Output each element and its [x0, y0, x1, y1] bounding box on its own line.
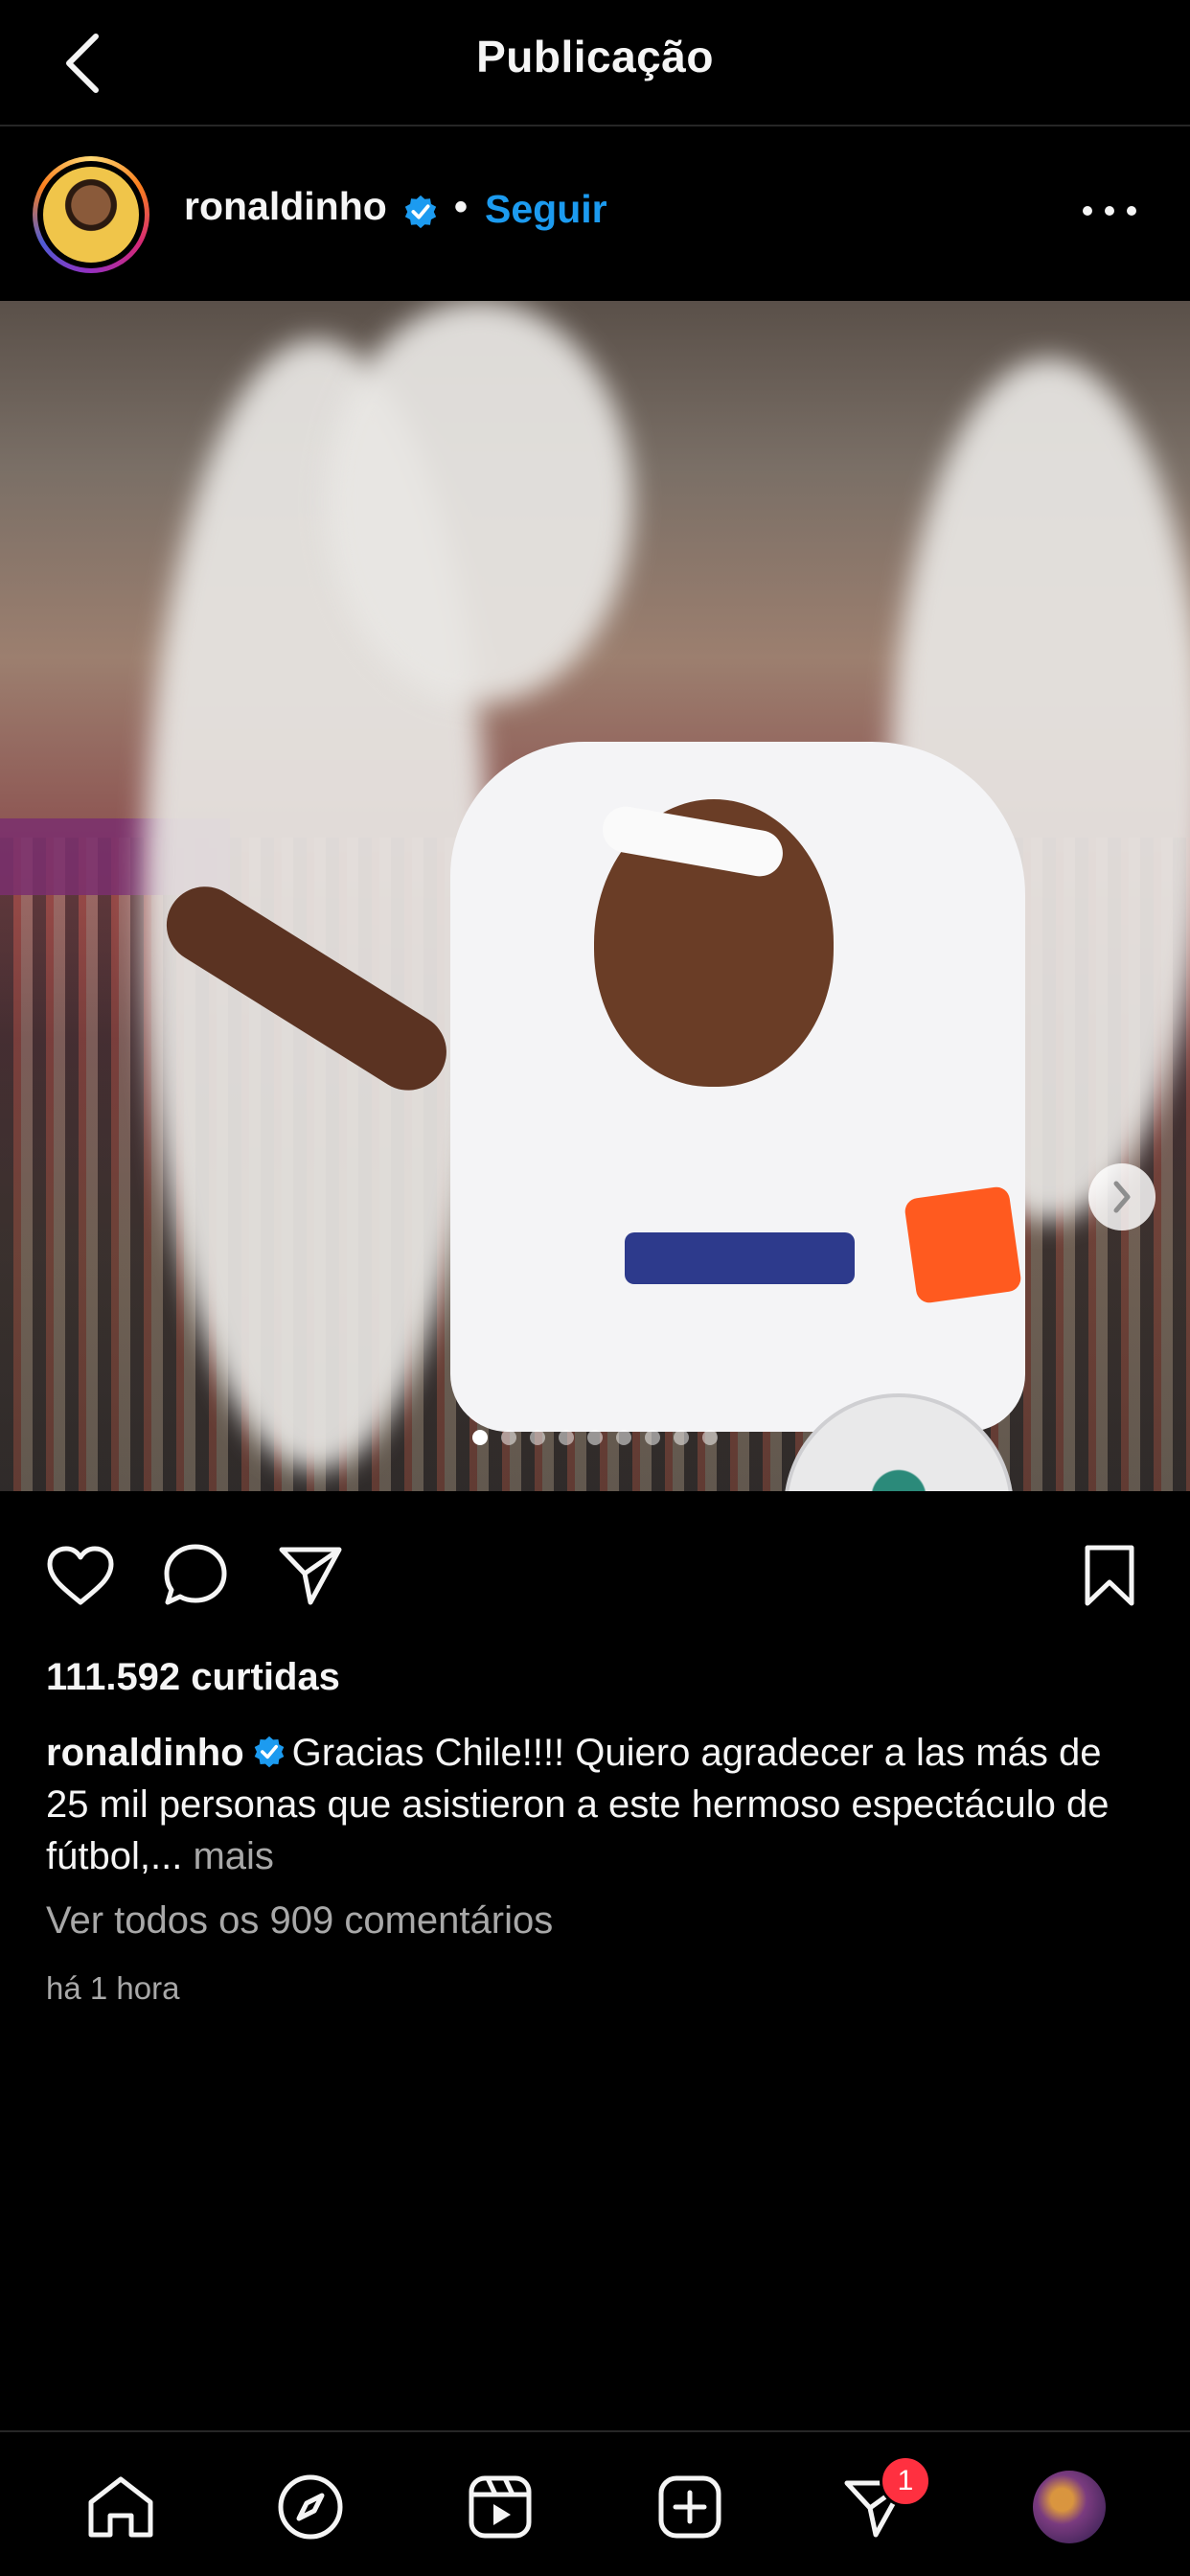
carousel-dot: [616, 1430, 631, 1445]
carousel-dot: [702, 1430, 718, 1445]
nav-explore[interactable]: [272, 2469, 349, 2545]
post-header: ronaldinho • Seguir: [0, 144, 1190, 278]
comment-icon: [164, 1544, 227, 1605]
nav-profile-avatar[interactable]: [1033, 2471, 1106, 2543]
create-icon: [658, 2475, 721, 2539]
nav-home[interactable]: [82, 2469, 159, 2545]
separator-dot: •: [454, 186, 469, 228]
nav-reels[interactable]: [462, 2469, 538, 2545]
avatar[interactable]: [33, 156, 149, 273]
ellipsis-icon: [1083, 206, 1092, 216]
carousel-dot: [587, 1430, 603, 1445]
post-username[interactable]: ronaldinho: [184, 184, 387, 229]
action-bar: [0, 1539, 1190, 1616]
photo-smoke-top: [326, 301, 632, 703]
avatar-image: [43, 167, 139, 263]
carousel-dot: [472, 1430, 488, 1445]
carousel-indicator: [0, 1430, 1190, 1445]
carousel-next-button[interactable]: [1088, 1163, 1156, 1230]
notification-badge: 1: [880, 2455, 931, 2507]
chevron-right-icon: [1113, 1181, 1131, 1213]
save-button[interactable]: [1073, 1539, 1146, 1612]
photo-captain-armband: [903, 1184, 1023, 1305]
verified-badge-icon: [254, 1736, 284, 1768]
verified-badge-icon: [404, 195, 437, 229]
page-title: Publicação: [476, 32, 714, 81]
nav-create[interactable]: [652, 2469, 728, 2545]
top-bar: Publicação: [0, 0, 1190, 126]
comment-button[interactable]: [159, 1539, 232, 1612]
carousel-dot: [674, 1430, 689, 1445]
carousel-dot: [501, 1430, 516, 1445]
send-icon: [279, 1547, 342, 1605]
follow-button[interactable]: Seguir: [485, 187, 607, 232]
like-button[interactable]: [44, 1539, 117, 1612]
likes-count[interactable]: 111.592 curtidas: [46, 1656, 340, 1699]
carousel-dot: [645, 1430, 660, 1445]
photo-shirt-sponsor: [625, 1232, 855, 1284]
post-photo[interactable]: [0, 301, 1190, 1491]
view-comments-link[interactable]: Ver todos os 909 comentários: [46, 1899, 553, 1943]
explore-icon: [278, 2474, 343, 2540]
bottom-nav: 1: [0, 2430, 1190, 2576]
carousel-dot: [530, 1430, 545, 1445]
caption-more-link[interactable]: mais: [193, 1835, 273, 1877]
share-button[interactable]: [274, 1539, 347, 1612]
bookmark-icon: [1085, 1545, 1134, 1606]
heart-icon: [47, 1546, 114, 1605]
more-options-button[interactable]: [1083, 203, 1136, 218]
post-caption: ronaldinho Gracias Chile!!!! Quiero agra…: [46, 1727, 1148, 1882]
carousel-dot: [559, 1430, 574, 1445]
home-icon: [88, 2476, 153, 2538]
post-timestamp: há 1 hora: [46, 1970, 180, 2006]
reels-icon: [469, 2475, 532, 2539]
caption-username[interactable]: ronaldinho: [46, 1732, 244, 1774]
